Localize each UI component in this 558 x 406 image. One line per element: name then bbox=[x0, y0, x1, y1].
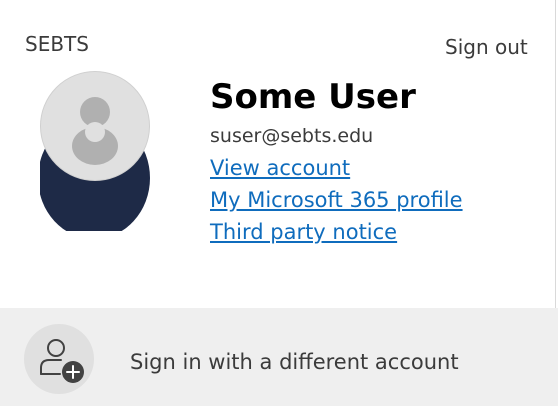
view-account-link[interactable]: View account bbox=[210, 154, 350, 182]
user-display-name: Some User bbox=[210, 77, 416, 117]
organization-name: SEBTS bbox=[25, 32, 89, 56]
sign-out-button[interactable]: Sign out bbox=[445, 33, 528, 61]
add-person-icon-container bbox=[24, 324, 94, 394]
sign-in-different-account-button[interactable]: Sign in with a different account bbox=[0, 308, 558, 406]
avatar bbox=[40, 71, 152, 241]
third-party-notice-link[interactable]: Third party notice bbox=[210, 218, 397, 246]
account-manager-panel: SEBTS Sign out Some User suser@sebts.edu… bbox=[0, 0, 558, 406]
different-account-label: Sign in with a different account bbox=[130, 350, 459, 374]
avatar-placeholder bbox=[40, 71, 150, 181]
add-person-icon bbox=[40, 339, 84, 383]
user-email: suser@sebts.edu bbox=[210, 125, 374, 147]
microsoft-profile-link[interactable]: My Microsoft 365 profile bbox=[210, 186, 463, 214]
person-icon bbox=[72, 97, 118, 165]
panel-divider bbox=[555, 0, 556, 308]
